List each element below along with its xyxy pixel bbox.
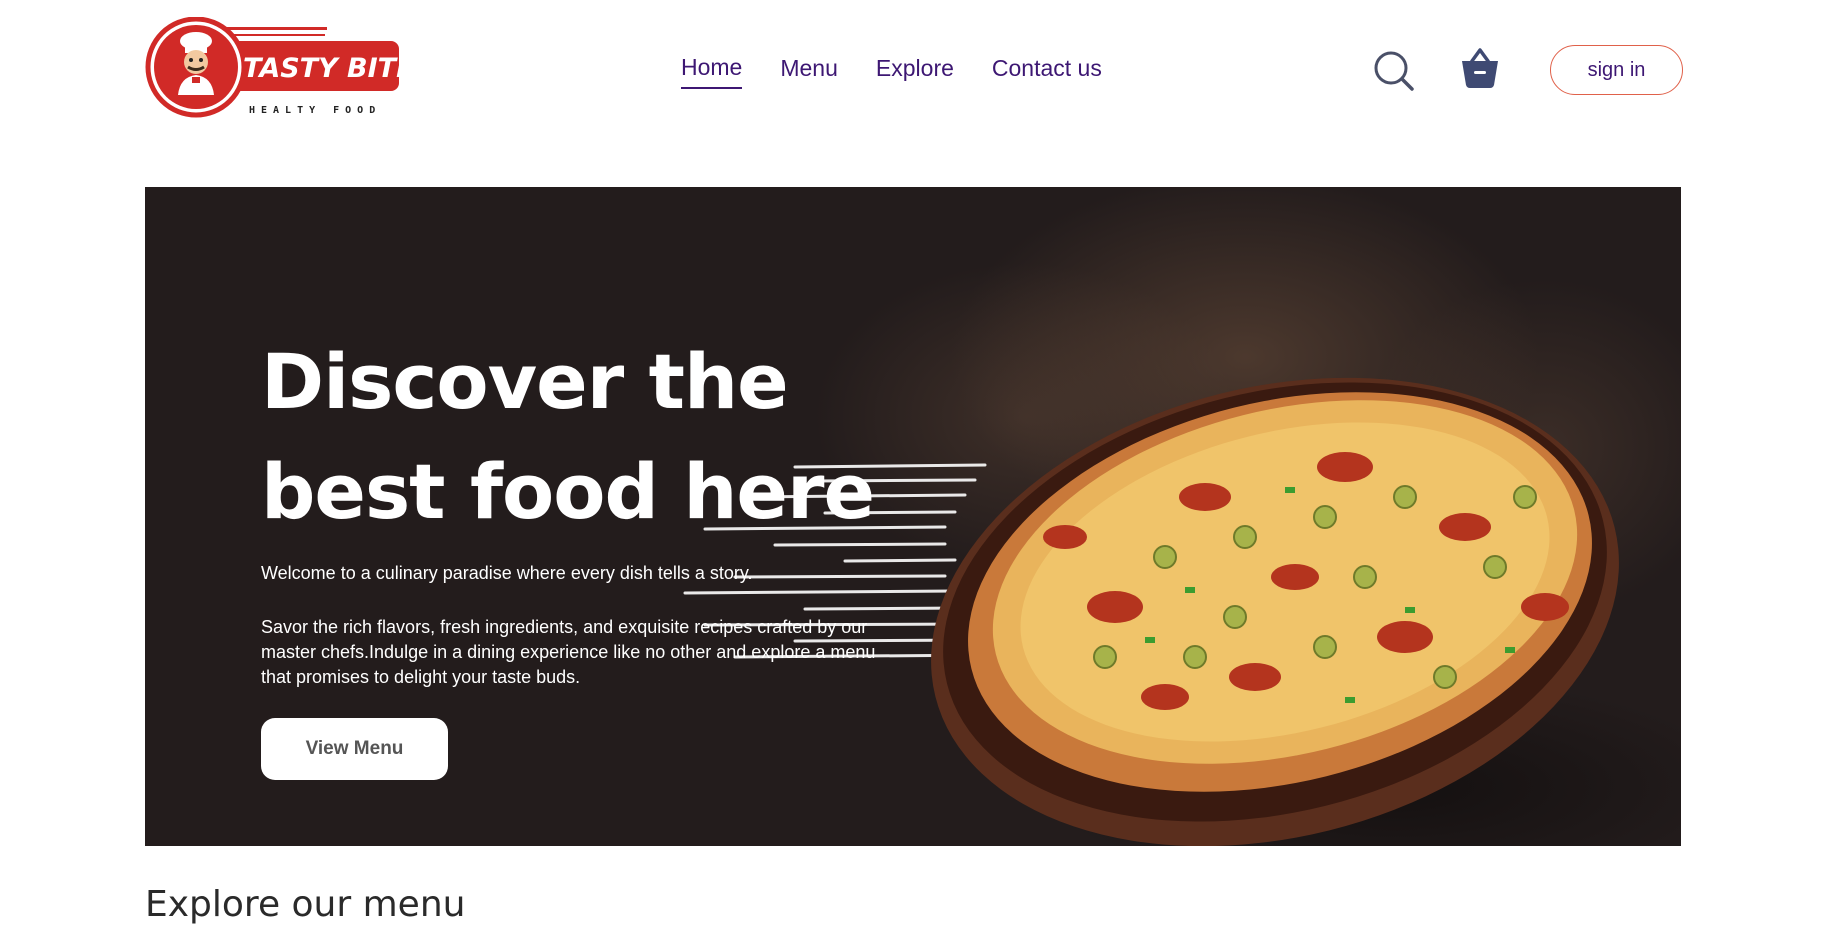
pizza-image [645, 377, 1681, 846]
logo-tagline: HEALTY FOOD [249, 105, 381, 116]
explore-menu-heading: Explore our menu [145, 884, 466, 925]
logo-name: TASTY BITE [243, 53, 401, 84]
nav-item-menu[interactable]: Menu [780, 55, 838, 88]
view-menu-button[interactable]: View Menu [261, 718, 448, 780]
main-nav: Home Menu Explore Contact us [681, 54, 1102, 89]
tasty-bite-logo[interactable]: TASTY BITE HEALTY FOOD [145, 17, 401, 119]
basket-icon[interactable] [1460, 47, 1500, 89]
search-icon[interactable] [1373, 50, 1415, 92]
sign-in-button[interactable]: sign in [1550, 45, 1683, 95]
nav-item-home[interactable]: Home [681, 54, 743, 89]
page: TASTY BITE HEALTY FOOD Home Menu Explore… [0, 0, 1841, 948]
hero-banner: Discover the best food here Welcome to a… [145, 187, 1681, 846]
nav-item-contact-us[interactable]: Contact us [992, 55, 1102, 88]
nav-item-explore[interactable]: Explore [876, 55, 954, 88]
